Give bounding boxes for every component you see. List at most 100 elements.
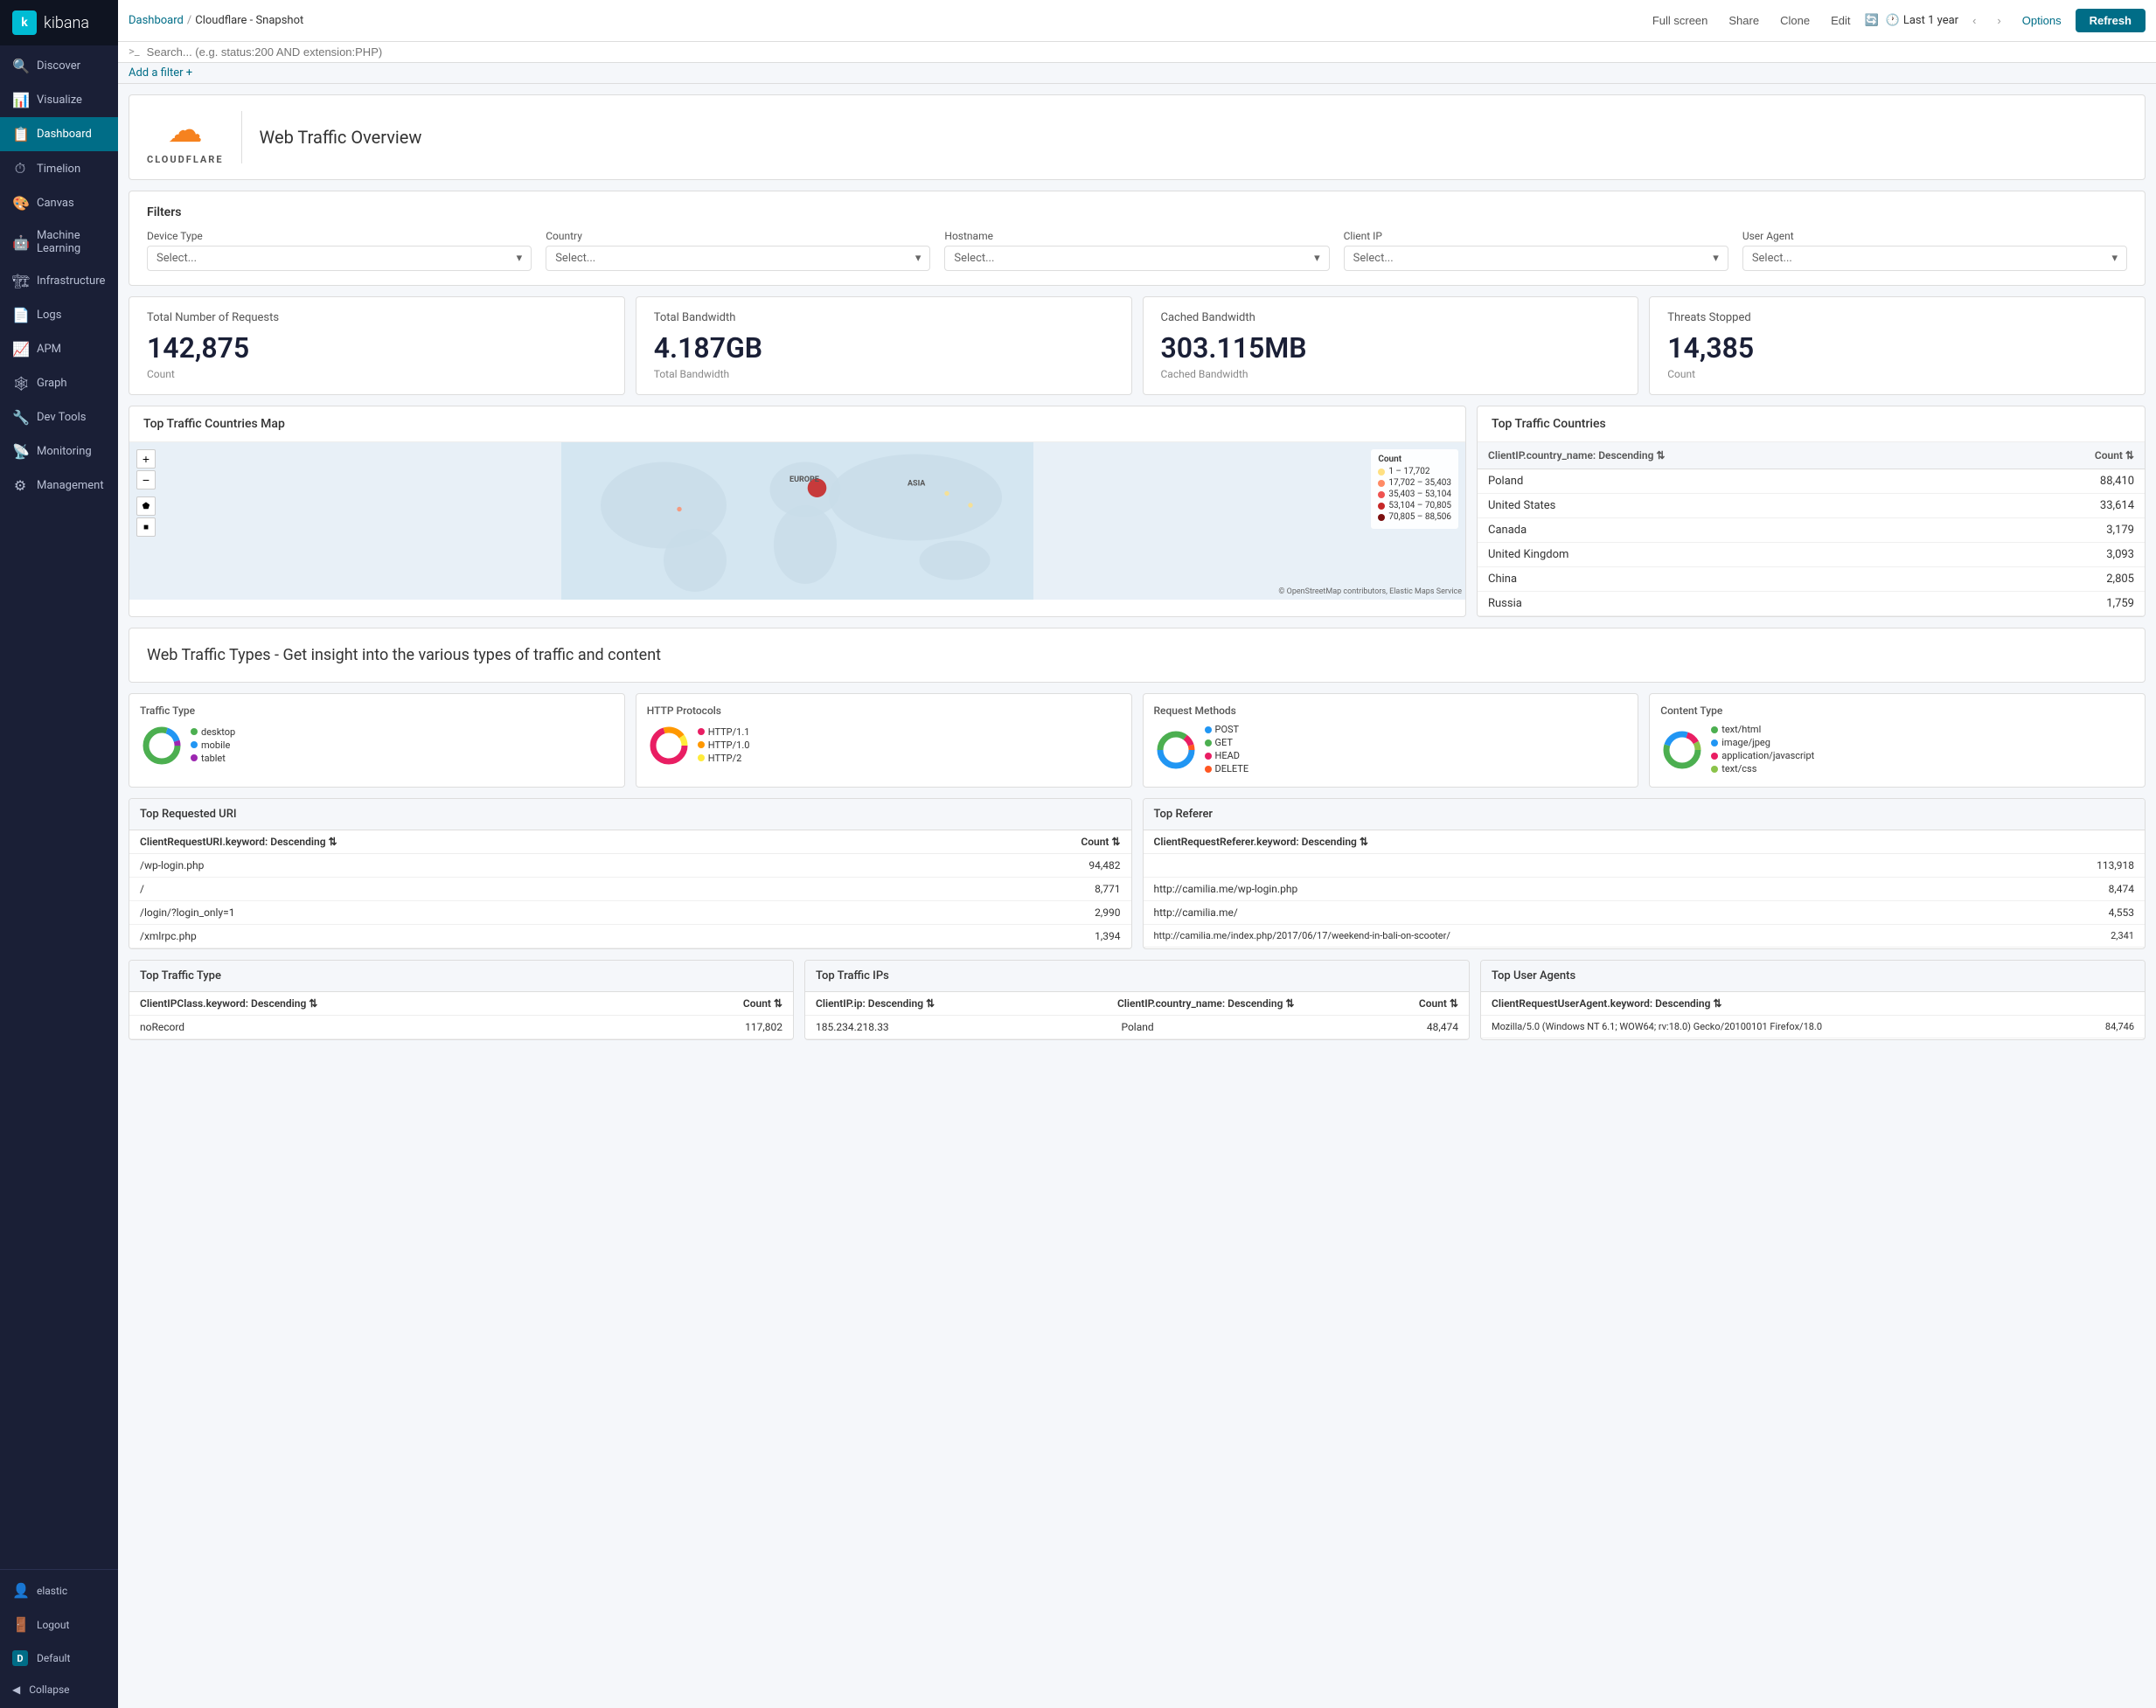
sidebar-item-label: Default	[37, 1652, 70, 1664]
filter-client-ip: Client IP Select... ▾	[1344, 230, 1728, 271]
map-zoom-in[interactable]: +	[136, 449, 156, 469]
hostname-select[interactable]: Select... ▾	[944, 246, 1329, 271]
sidebar-item-apm[interactable]: 📈 APM	[0, 332, 118, 366]
legend-dot	[1205, 726, 1212, 733]
country-select[interactable]: Select... ▾	[546, 246, 930, 271]
chevron-right-icon[interactable]: ›	[1990, 10, 2007, 31]
count-col-header[interactable]: Count ⇅	[1081, 836, 1120, 848]
top-uri-table: Top Requested URI ClientRequestURI.keywo…	[129, 798, 1132, 949]
donut-legend: desktop mobile tablet	[191, 726, 235, 766]
svg-text:EUROPE: EUROPE	[789, 476, 819, 484]
map-area[interactable]: EUROPE ASIA + − ⬟ ■ Count 1 –	[129, 442, 1465, 600]
chevron-left-icon[interactable]: ‹	[1965, 10, 1983, 31]
sidebar-item-logout[interactable]: 🚪 Logout	[0, 1607, 118, 1642]
filter-label: User Agent	[1742, 230, 2127, 242]
sidebar-item-logs[interactable]: 📄 Logs	[0, 298, 118, 332]
sidebar-item-devtools[interactable]: 🔧 Dev Tools	[0, 400, 118, 434]
infrastructure-icon: 🏗	[12, 273, 28, 289]
metric-label: Threats Stopped	[1667, 311, 2127, 324]
top-user-agents-table: Top User Agents ClientRequestUserAgent.k…	[1480, 960, 2146, 1040]
kibana-icon: k	[12, 10, 37, 35]
sidebar-item-management[interactable]: ⚙ Management	[0, 469, 118, 503]
options-button[interactable]: Options	[2015, 9, 2069, 32]
sidebar-item-label: Timelion	[37, 163, 80, 176]
legend-dot	[1378, 514, 1385, 521]
chevron-down-icon: ▾	[517, 252, 523, 265]
legend-item: HTTP/1.0	[698, 739, 750, 751]
filterbar: Add a filter +	[118, 63, 2156, 84]
table-row: /login/?login_only=1 2,990	[129, 901, 1131, 925]
referer-col-header[interactable]: ClientRequestReferer.keyword: Descending…	[1154, 836, 1368, 848]
map-shape-tool[interactable]: ⬟	[136, 496, 156, 516]
donut-label: Content Type	[1660, 705, 2134, 717]
filter-device-type: Device Type Select... ▾	[147, 230, 532, 271]
cloudflare-logo: ☁ CLOUDFLARE	[147, 109, 224, 165]
sidebar-item-discover[interactable]: 🔍 Discover	[0, 49, 118, 83]
legend-item-2: 17,702 – 35,403	[1378, 478, 1451, 488]
donut-http-protocols: HTTP Protocols HTTP/1.1	[636, 693, 1132, 788]
sidebar-item-graph[interactable]: 🕸 Graph	[0, 366, 118, 400]
agent-col-header[interactable]: ClientRequestUserAgent.keyword: Descendi…	[1492, 997, 1721, 1010]
sidebar-item-machine-learning[interactable]: 🤖 Machine Learning	[0, 220, 118, 264]
sidebar-item-canvas[interactable]: 🎨 Canvas	[0, 186, 118, 220]
ip-col-header[interactable]: ClientIP.ip: Descending ⇅	[816, 997, 1110, 1010]
type-col-header[interactable]: ClientIPClass.keyword: Descending ⇅	[140, 997, 317, 1010]
add-filter-button[interactable]: Add a filter +	[129, 66, 192, 80]
country-col-header[interactable]: ClientIP.country_name: Descending ⇅	[1488, 449, 1666, 462]
referer-col-headers: ClientRequestReferer.keyword: Descending…	[1144, 830, 2146, 854]
count-col-header[interactable]: Count ⇅	[2095, 449, 2134, 462]
count-col-header[interactable]: Count ⇅	[1419, 997, 1458, 1010]
sidebar-item-label: Discover	[37, 59, 80, 73]
map-card: Top Traffic Countries Map	[129, 406, 1466, 617]
breadcrumb-home[interactable]: Dashboard	[129, 14, 184, 27]
search-prompt: >_	[129, 45, 140, 59]
table-row: noRecord 117,802	[129, 1016, 793, 1039]
legend-dot	[698, 728, 705, 735]
top-referer-header: Top Referer	[1144, 799, 2146, 830]
metric-threats: Threats Stopped 14,385 Count	[1649, 296, 2146, 395]
metric-value: 142,875	[147, 331, 607, 365]
topbar: Dashboard / Cloudflare - Snapshot Full s…	[118, 0, 2156, 42]
sidebar-item-visualize[interactable]: 📊 Visualize	[0, 83, 118, 117]
overview-header: ☁ CLOUDFLARE Web Traffic Overview	[129, 94, 2146, 180]
metric-label: Total Bandwidth	[654, 311, 1114, 324]
map-square-tool[interactable]: ■	[136, 517, 156, 537]
searchbar: >_	[118, 42, 2156, 63]
table-row: United States 33,614	[1478, 494, 2145, 518]
device-type-select[interactable]: Select... ▾	[147, 246, 532, 271]
sidebar-item-infrastructure[interactable]: 🏗 Infrastructure	[0, 264, 118, 298]
country-col-header[interactable]: ClientIP.country_name: Descending ⇅	[1117, 997, 1412, 1010]
client-ip-select[interactable]: Select... ▾	[1344, 246, 1728, 271]
sidebar-logo: k kibana	[0, 0, 118, 45]
legend-item-3: 35,403 – 53,104	[1378, 489, 1451, 499]
breadcrumb-separator: /	[187, 14, 191, 27]
donut-chart	[1154, 728, 1198, 772]
legend-item: mobile	[191, 739, 235, 751]
legend-dot	[698, 741, 705, 748]
sidebar-item-timelion[interactable]: ⏱ Timelion	[0, 151, 118, 186]
apm-icon: 📈	[12, 341, 28, 358]
search-input[interactable]	[147, 45, 2146, 59]
map-zoom-out[interactable]: −	[136, 470, 156, 489]
sidebar-item-default[interactable]: D Default	[0, 1642, 118, 1675]
uri-col-header[interactable]: ClientRequestURI.keyword: Descending ⇅	[140, 836, 337, 848]
refresh-button[interactable]: Refresh	[2076, 9, 2146, 32]
breadcrumb: Dashboard / Cloudflare - Snapshot	[129, 14, 303, 27]
donut-request-methods: Request Methods POST	[1143, 693, 1639, 788]
sidebar-item-dashboard[interactable]: 📋 Dashboard	[0, 117, 118, 151]
share-button[interactable]: Share	[1721, 10, 1766, 31]
table-row: / 8,771	[129, 878, 1131, 901]
fullscreen-button[interactable]: Full screen	[1645, 10, 1715, 31]
ml-icon: 🤖	[12, 234, 28, 251]
legend-item: image/jpeg	[1711, 737, 1814, 748]
count-col-header[interactable]: Count ⇅	[743, 997, 782, 1010]
table-row: /wp-login.php 94,482	[129, 854, 1131, 878]
edit-button[interactable]: Edit	[1824, 10, 1857, 31]
filter-label: Device Type	[147, 230, 532, 242]
clone-button[interactable]: Clone	[1773, 10, 1817, 31]
sidebar-item-monitoring[interactable]: 📡 Monitoring	[0, 434, 118, 469]
sidebar-item-elastic[interactable]: 👤 elastic	[0, 1573, 118, 1607]
canvas-icon: 🎨	[12, 195, 28, 212]
user-agent-select[interactable]: Select... ▾	[1742, 246, 2127, 271]
collapse-button[interactable]: ◀ Collapse	[0, 1675, 118, 1705]
